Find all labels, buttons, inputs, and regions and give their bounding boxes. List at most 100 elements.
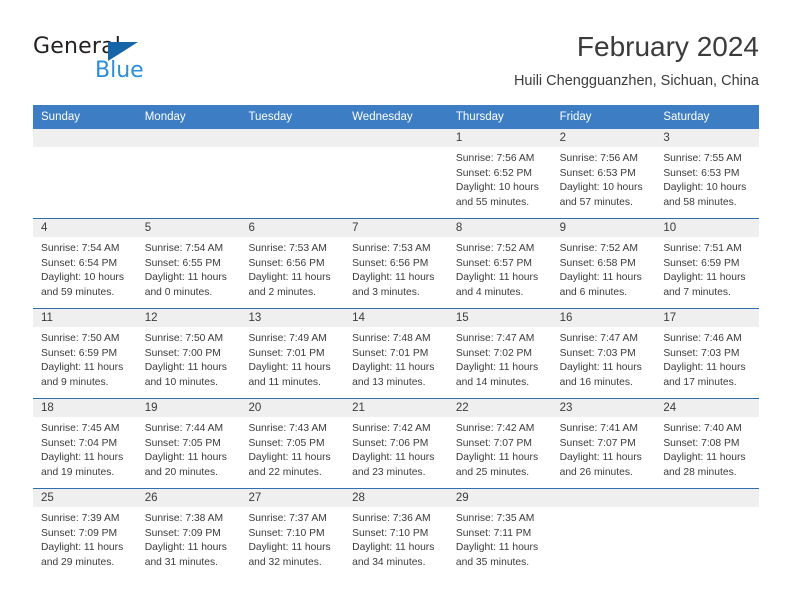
day-cell[interactable]: 1 Sunrise: 7:56 AM Sunset: 6:52 PM Daylight… bbox=[447, 129, 552, 218]
day-cell[interactable]: 3 Sunrise: 7:55 AM Sunset: 6:53 PM Daylight… bbox=[655, 129, 760, 218]
day-number: 6 bbox=[240, 219, 345, 237]
sunset-time: Sunset: 6:57 PM bbox=[455, 257, 533, 269]
sunset-time: Sunset: 7:00 PM bbox=[144, 347, 221, 359]
day-details: Sunrise: 7:52 AM Sunset: 6:58 PM Daylight:… bbox=[552, 237, 656, 304]
daylight-hours: Daylight: 11 hours bbox=[455, 542, 539, 554]
sunset-time: Sunset: 6:55 PM bbox=[144, 257, 221, 269]
sunrise-time: Sunrise: 7:46 AM bbox=[663, 333, 742, 344]
daylight-hours: Daylight: 11 hours bbox=[455, 362, 539, 374]
sunset-time: Sunset: 7:05 PM bbox=[248, 437, 325, 449]
sunset-time: Sunset: 7:10 PM bbox=[248, 527, 325, 539]
day-cell[interactable]: 26 Sunrise: 7:38 AM Sunset: 7:09 PM Dayligh… bbox=[136, 489, 241, 578]
day-cell[interactable]: 6 Sunrise: 7:53 AM Sunset: 6:56 PM Daylight… bbox=[240, 219, 345, 308]
sunset-time: Sunset: 7:01 PM bbox=[352, 347, 429, 359]
daylight-hours: Daylight: 10 hours bbox=[41, 272, 124, 284]
day-cell[interactable]: 10 Sunrise: 7:51 AM Sunset: 6:59 PM Dayligh… bbox=[655, 219, 760, 308]
calendar-week-row: 25 Sunrise: 7:39 AM Sunset: 7:09 PM Dayligh… bbox=[33, 488, 760, 578]
sunset-time: Sunset: 6:59 PM bbox=[41, 347, 118, 359]
day-cell[interactable]: 2 Sunrise: 7:56 AM Sunset: 6:53 PM Daylight… bbox=[551, 129, 656, 218]
daylight-hours: Daylight: 11 hours bbox=[352, 272, 435, 284]
day-cell[interactable]: 13 Sunrise: 7:49 AM Sunset: 7:01 PM Dayligh… bbox=[240, 309, 345, 398]
day-cell[interactable]: 7 Sunrise: 7:53 AM Sunset: 6:56 PM Daylight… bbox=[344, 219, 448, 308]
day-number: 25 bbox=[33, 489, 137, 507]
day-cell[interactable]: 28 Sunrise: 7:36 AM Sunset: 7:10 PM Dayligh… bbox=[344, 489, 448, 578]
day-cell[interactable]: 4 Sunrise: 7:54 AM Sunset: 6:54 PM Daylight… bbox=[33, 219, 137, 308]
daylight-minutes: and 17 minutes. bbox=[663, 376, 737, 388]
daylight-hours: Daylight: 11 hours bbox=[248, 362, 331, 374]
daylight-minutes: and 7 minutes. bbox=[663, 286, 731, 298]
daylight-hours: Daylight: 11 hours bbox=[41, 542, 124, 554]
day-details: Sunrise: 7:35 AM Sunset: 7:11 PM Daylight:… bbox=[448, 507, 552, 574]
day-number: 9 bbox=[551, 219, 656, 237]
day-cell[interactable]: 16 Sunrise: 7:47 AM Sunset: 7:03 PM Dayligh… bbox=[551, 309, 656, 398]
sunrise-time: Sunrise: 7:50 AM bbox=[41, 333, 120, 344]
daylight-minutes: and 58 minutes. bbox=[663, 196, 737, 208]
day-cell[interactable]: 5 Sunrise: 7:54 AM Sunset: 6:55 PM Daylight… bbox=[136, 219, 241, 308]
day-details: Sunrise: 7:46 AM Sunset: 7:03 PM Daylight:… bbox=[655, 327, 759, 394]
calendar-week-row: 1 Sunrise: 7:56 AM Sunset: 6:52 PM Daylight… bbox=[33, 129, 760, 218]
sunset-time: Sunset: 7:05 PM bbox=[144, 437, 221, 449]
day-cell[interactable]: 25 Sunrise: 7:39 AM Sunset: 7:09 PM Dayligh… bbox=[33, 489, 137, 578]
logo-word-blue: Blue bbox=[95, 58, 144, 83]
day-details: Sunrise: 7:56 AM Sunset: 6:52 PM Daylight:… bbox=[448, 147, 552, 214]
sunset-time: Sunset: 7:07 PM bbox=[455, 437, 533, 449]
sunrise-time: Sunrise: 7:50 AM bbox=[144, 333, 224, 344]
daylight-hours: Daylight: 11 hours bbox=[352, 542, 435, 554]
day-number: 29 bbox=[447, 489, 552, 507]
page-header: General Blue February 2024 Huili Chenggu… bbox=[33, 30, 759, 100]
day-cell[interactable]: 14 Sunrise: 7:48 AM Sunset: 7:01 PM Dayligh… bbox=[344, 309, 448, 398]
daylight-minutes: and 19 minutes. bbox=[41, 466, 115, 478]
sunrise-time: Sunrise: 7:47 AM bbox=[455, 333, 535, 344]
daylight-minutes: and 57 minutes. bbox=[559, 196, 633, 208]
day-cell[interactable]: 19 Sunrise: 7:44 AM Sunset: 7:05 PM Dayligh… bbox=[136, 399, 241, 488]
day-cell[interactable]: 22 Sunrise: 7:42 AM Sunset: 7:07 PM Dayligh… bbox=[447, 399, 552, 488]
daylight-minutes: and 10 minutes. bbox=[144, 376, 218, 388]
calendar-week-row: 18 Sunrise: 7:45 AM Sunset: 7:04 PM Dayligh… bbox=[33, 398, 760, 488]
day-cell[interactable]: 11 Sunrise: 7:50 AM Sunset: 6:59 PM Dayligh… bbox=[33, 309, 137, 398]
day-cell[interactable]: 20 Sunrise: 7:43 AM Sunset: 7:05 PM Dayligh… bbox=[240, 399, 345, 488]
day-cell-empty bbox=[240, 129, 345, 218]
day-cell-empty bbox=[136, 129, 241, 218]
day-cell[interactable]: 29 Sunrise: 7:35 AM Sunset: 7:11 PM Dayligh… bbox=[447, 489, 552, 578]
daylight-hours: Daylight: 11 hours bbox=[144, 542, 227, 554]
daylight-hours: Daylight: 10 hours bbox=[455, 182, 539, 194]
general-blue-logo[interactable]: General Blue bbox=[33, 34, 183, 90]
sunrise-time: Sunrise: 7:52 AM bbox=[559, 243, 639, 254]
day-details: Sunrise: 7:54 AM Sunset: 6:54 PM Daylight:… bbox=[33, 237, 137, 304]
calendar-week-row: 4 Sunrise: 7:54 AM Sunset: 6:54 PM Daylight… bbox=[33, 218, 760, 308]
day-details: Sunrise: 7:37 AM Sunset: 7:10 PM Daylight:… bbox=[240, 507, 344, 574]
day-cell[interactable]: 27 Sunrise: 7:37 AM Sunset: 7:10 PM Dayligh… bbox=[240, 489, 345, 578]
day-cell[interactable]: 17 Sunrise: 7:46 AM Sunset: 7:03 PM Dayligh… bbox=[655, 309, 760, 398]
sunset-time: Sunset: 7:02 PM bbox=[455, 347, 533, 359]
day-details: Sunrise: 7:48 AM Sunset: 7:01 PM Daylight:… bbox=[344, 327, 448, 394]
sunset-time: Sunset: 7:09 PM bbox=[144, 527, 221, 539]
weekday-header-monday: Monday bbox=[144, 111, 186, 123]
day-cell[interactable]: 15 Sunrise: 7:47 AM Sunset: 7:02 PM Dayligh… bbox=[447, 309, 552, 398]
daylight-minutes: and 28 minutes. bbox=[663, 466, 737, 478]
day-number: 27 bbox=[240, 489, 345, 507]
day-details: Sunrise: 7:42 AM Sunset: 7:07 PM Daylight:… bbox=[448, 417, 552, 484]
day-number: 13 bbox=[240, 309, 345, 327]
day-cell[interactable]: 21 Sunrise: 7:42 AM Sunset: 7:06 PM Dayligh… bbox=[344, 399, 448, 488]
weekday-header-sunday: Sunday bbox=[41, 111, 81, 123]
day-cell[interactable]: 12 Sunrise: 7:50 AM Sunset: 7:00 PM Dayligh… bbox=[136, 309, 241, 398]
day-cell[interactable]: 8 Sunrise: 7:52 AM Sunset: 6:57 PM Daylight… bbox=[447, 219, 552, 308]
weekday-header-thursday: Thursday bbox=[455, 111, 504, 123]
sunset-time: Sunset: 7:07 PM bbox=[559, 437, 636, 449]
day-details: Sunrise: 7:39 AM Sunset: 7:09 PM Daylight:… bbox=[33, 507, 137, 574]
sunrise-time: Sunrise: 7:56 AM bbox=[455, 153, 535, 164]
day-cell-empty bbox=[655, 489, 760, 578]
daylight-hours: Daylight: 11 hours bbox=[455, 272, 539, 284]
daylight-hours: Daylight: 11 hours bbox=[352, 452, 435, 464]
weekday-header-tuesday: Tuesday bbox=[248, 111, 293, 123]
daylight-hours: Daylight: 11 hours bbox=[144, 362, 227, 374]
day-cell[interactable]: 23 Sunrise: 7:41 AM Sunset: 7:07 PM Dayligh… bbox=[551, 399, 656, 488]
sunset-time: Sunset: 6:59 PM bbox=[663, 257, 740, 269]
day-cell[interactable]: 9 Sunrise: 7:52 AM Sunset: 6:58 PM Daylight… bbox=[551, 219, 656, 308]
sunrise-time: Sunrise: 7:42 AM bbox=[352, 423, 431, 434]
day-cell[interactable]: 18 Sunrise: 7:45 AM Sunset: 7:04 PM Dayligh… bbox=[33, 399, 137, 488]
day-number: 10 bbox=[655, 219, 760, 237]
title-block: February 2024 Huili Chengguanzhen, Sichu… bbox=[514, 30, 759, 92]
day-cell[interactable]: 24 Sunrise: 7:40 AM Sunset: 7:08 PM Dayligh… bbox=[655, 399, 760, 488]
day-number: 4 bbox=[33, 219, 137, 237]
